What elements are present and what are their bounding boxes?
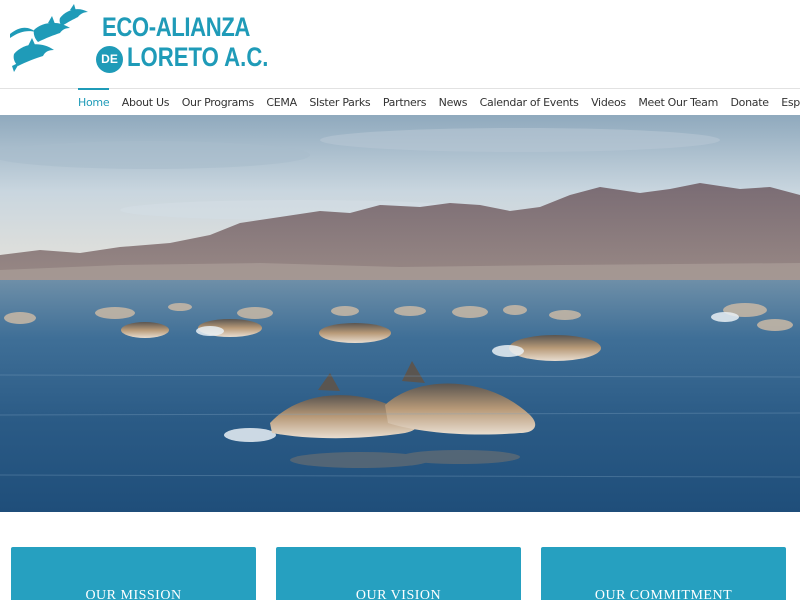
vision-card[interactable]: OUR VISION (276, 547, 521, 600)
feature-cards: OUR MISSION OUR VISION OUR COMMITMENT (0, 512, 800, 600)
nav-item-sister-parks[interactable]: SIster Parks (309, 89, 370, 115)
nav-item-partners[interactable]: Partners (383, 89, 427, 115)
nav-item-espanol[interactable]: Español (781, 89, 800, 115)
nav-item-our-programs[interactable]: Our Programs (182, 89, 255, 115)
logo-de-badge: DE (96, 46, 123, 73)
nav-item-videos[interactable]: Videos (591, 89, 626, 115)
nav-item-meet-our-team[interactable]: Meet Our Team (638, 89, 718, 115)
commitment-card[interactable]: OUR COMMITMENT (541, 547, 786, 600)
nav-item-news[interactable]: News (439, 89, 468, 115)
dolphins-logo-icon (10, 4, 88, 72)
site-header: ECO-ALIANZA DE LORETO A.C. (0, 0, 800, 88)
main-nav: Home About Us Our Programs CEMA SIster P… (0, 88, 800, 115)
vision-card-title: OUR VISION (355, 588, 442, 600)
nav-item-about-us[interactable]: About Us (122, 89, 170, 115)
commitment-card-title: OUR COMMITMENT (594, 588, 733, 600)
mission-card[interactable]: OUR MISSION (11, 547, 256, 600)
nav-list: Home About Us Our Programs CEMA SIster P… (78, 88, 800, 115)
site-logo[interactable]: ECO-ALIANZA DE LORETO A.C. (10, 4, 268, 74)
nav-item-donate[interactable]: Donate (731, 89, 770, 115)
nav-item-cema[interactable]: CEMA (266, 89, 297, 115)
logo-title-line2: LORETO A.C. (127, 42, 269, 72)
logo-title-line1: ECO-ALIANZA (102, 12, 250, 42)
dolphins-pod-hero-image (0, 115, 800, 512)
mission-card-title: OUR MISSION (85, 588, 182, 600)
nav-item-calendar[interactable]: Calendar of Events (480, 89, 579, 115)
nav-item-home[interactable]: Home (78, 88, 110, 114)
hero-image (0, 115, 800, 512)
